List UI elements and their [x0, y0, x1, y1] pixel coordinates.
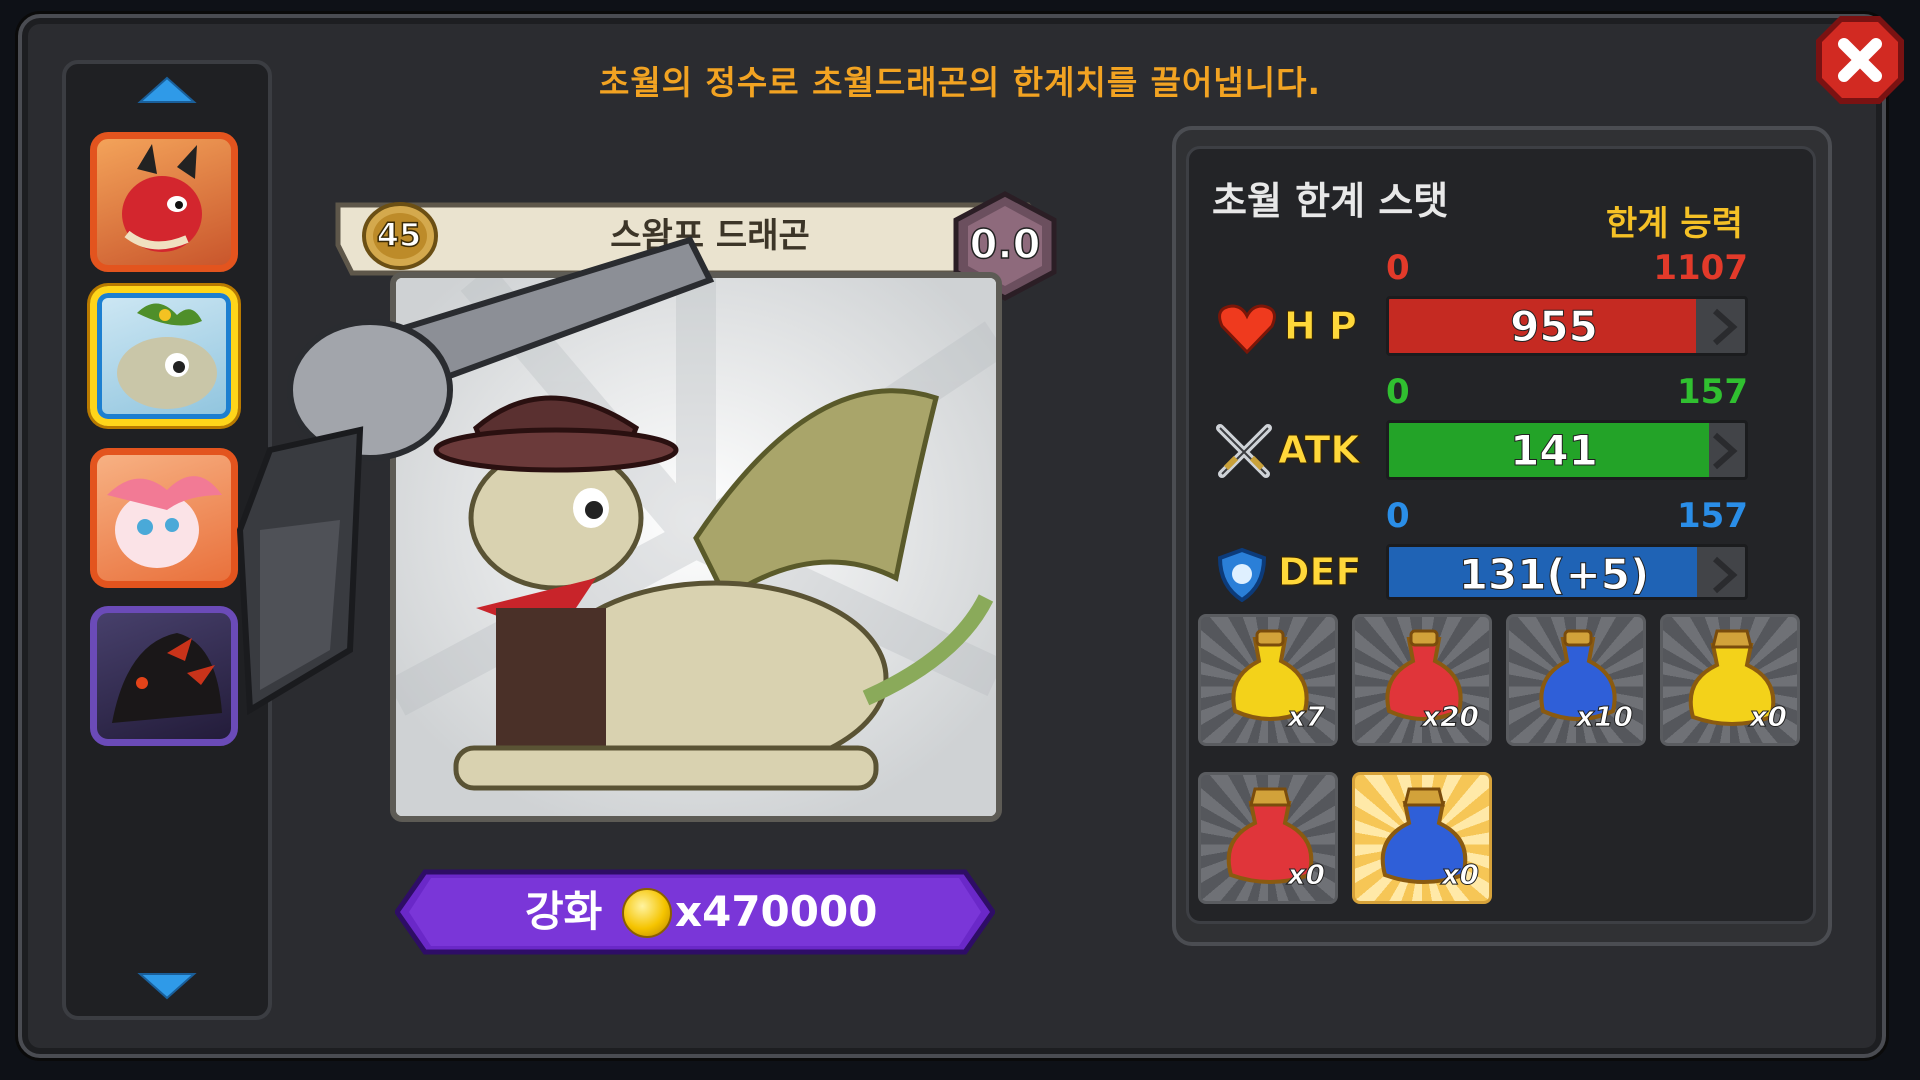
upgrade-cost: x470000	[675, 887, 878, 936]
arrow-down-icon	[137, 973, 197, 1000]
item-slot-5[interactable]: x0	[1198, 772, 1338, 904]
item-count: x10	[1575, 700, 1633, 734]
red-dragon-icon	[122, 144, 202, 252]
shield-icon	[1216, 547, 1268, 603]
revolver-icon	[236, 236, 715, 716]
item-slot-1[interactable]: x7	[1198, 614, 1338, 746]
item-slot-3[interactable]: x10	[1506, 614, 1646, 746]
atk-value: 141	[1510, 426, 1599, 476]
upgrade-label: 강화	[525, 887, 603, 936]
def-bar: 131(+5)	[1386, 544, 1748, 600]
revolver-overlay	[230, 230, 730, 750]
dragon-portrait-red[interactable]	[90, 132, 238, 272]
item-count: x0	[1287, 858, 1326, 892]
chevron-right-icon	[1713, 432, 1738, 470]
heart-icon	[1218, 302, 1276, 355]
dragon-portrait-pink[interactable]	[90, 448, 238, 588]
item-count: x0	[1749, 700, 1788, 734]
stats-panel-title: 초월 한계 스탯	[1212, 179, 1449, 223]
dragon-portrait-swamp[interactable]	[90, 286, 238, 426]
item-count: x20	[1421, 700, 1479, 734]
def-label: DEF	[1277, 550, 1362, 595]
swords-icon	[1214, 424, 1274, 480]
limit-ability-label: 한계 능력	[1606, 204, 1743, 244]
def-min: 0	[1386, 496, 1410, 536]
chevron-right-icon	[1713, 308, 1738, 346]
hint-text: 초월의 정수로 초월드래곤의 한계치를 끌어냅니다.	[598, 63, 1322, 102]
hp-max: 1107	[1653, 248, 1748, 288]
arrow-up-icon	[137, 76, 197, 103]
hp-bar: 955	[1386, 296, 1748, 356]
scroll-up-button[interactable]	[132, 72, 202, 112]
def-max: 157	[1677, 496, 1748, 536]
coin-icon	[622, 888, 672, 938]
chevron-right-icon	[1713, 556, 1738, 594]
atk-max: 157	[1677, 372, 1748, 412]
hp-label: H P	[1284, 304, 1358, 349]
def-value: 131(+5)	[1458, 550, 1650, 599]
atk-min: 0	[1386, 372, 1410, 412]
dragon-portrait-dark[interactable]	[90, 606, 238, 746]
close-button[interactable]	[1812, 12, 1908, 108]
item-count: x0	[1441, 858, 1480, 892]
item-slot-6[interactable]: x0	[1352, 772, 1492, 904]
dragon-grade: 0.0	[969, 221, 1041, 269]
swamp-dragon-icon	[117, 303, 217, 409]
item-slot-4[interactable]: x0	[1660, 614, 1800, 746]
hp-value: 955	[1510, 302, 1599, 352]
atk-bar: 141	[1386, 420, 1748, 480]
hp-min: 0	[1386, 248, 1410, 288]
dark-dragon-icon	[112, 633, 222, 723]
atk-label: ATK	[1278, 428, 1361, 473]
item-slot-2[interactable]: x20	[1352, 614, 1492, 746]
scroll-down-button[interactable]	[132, 966, 202, 1006]
close-icon	[1816, 16, 1904, 104]
pink-dragon-icon	[107, 476, 222, 568]
item-count: x7	[1287, 700, 1326, 734]
